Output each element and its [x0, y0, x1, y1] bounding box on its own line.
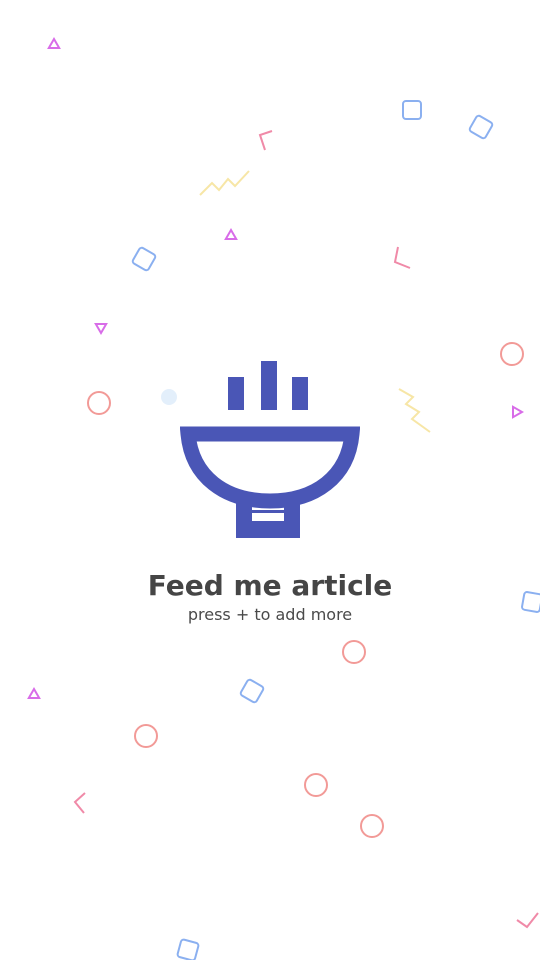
square-confetti-icon — [402, 100, 422, 120]
zigzag-confetti-icon — [199, 170, 250, 196]
square-confetti-icon — [131, 246, 157, 272]
empty-state-subtitle: press + to add more — [187, 605, 353, 624]
circle-confetti-icon — [304, 773, 328, 797]
triangle-confetti-icon — [94, 323, 108, 335]
triangle-confetti-icon — [224, 228, 238, 240]
square-confetti-icon — [468, 114, 494, 140]
chevron-confetti-icon — [73, 792, 86, 814]
steam-lines-icon — [228, 361, 308, 410]
empty-feed-screen: Feed me article press + to add more — [0, 0, 540, 960]
circle-confetti-icon — [134, 724, 158, 748]
triangle-confetti-icon — [47, 37, 61, 49]
circle-confetti-icon — [360, 814, 384, 838]
triangle-confetti-icon — [27, 687, 41, 699]
chevron-confetti-icon — [516, 912, 539, 929]
empty-state-title: Feed me article — [147, 569, 393, 602]
circle-confetti-icon — [342, 640, 366, 664]
square-confetti-icon — [239, 678, 265, 704]
chevron-confetti-icon — [393, 246, 411, 269]
empty-state: Feed me article press + to add more — [0, 355, 540, 627]
chevron-confetti-icon — [258, 130, 273, 151]
square-confetti-icon — [176, 938, 200, 960]
noodle-bowl-icon — [180, 361, 360, 538]
